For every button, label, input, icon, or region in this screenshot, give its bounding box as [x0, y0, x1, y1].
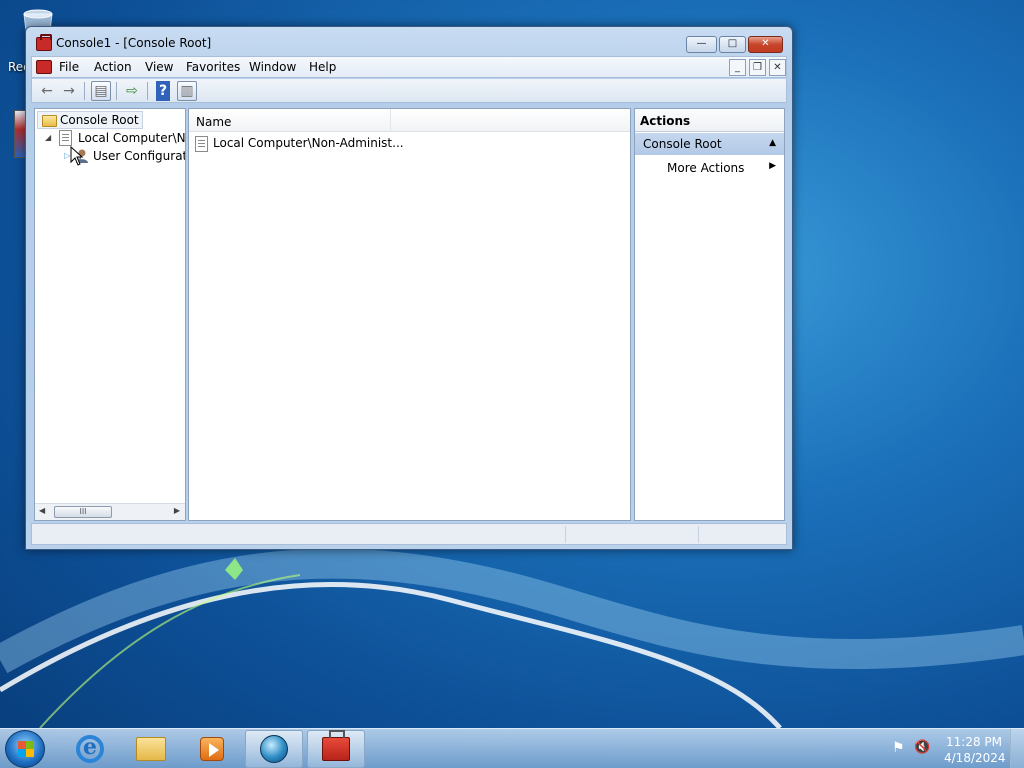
show-hide-actions-icon[interactable]: ▥: [177, 81, 197, 101]
globe-icon: [260, 735, 288, 763]
tree-item-console-root[interactable]: Console Root: [37, 111, 143, 129]
tree-item-label: Local Computer\Non-Administrators Policy: [78, 131, 185, 145]
tree-item-local-computer-policy[interactable]: Local Computer\Non-Administrators Policy: [59, 129, 185, 147]
list-item[interactable]: Local Computer\Non-Administ...: [195, 136, 404, 154]
scroll-right-icon[interactable]: ▶: [174, 506, 180, 515]
scroll-left-icon[interactable]: ◀: [39, 506, 45, 515]
clock[interactable]: 11:28 PM 4/18/2024: [944, 734, 1006, 766]
toolbar-separator: [84, 82, 85, 100]
windows-logo-icon: [18, 749, 34, 757]
policy-document-icon: [59, 130, 72, 146]
maximize-button[interactable]: □: [719, 36, 746, 53]
window-title: Console1 - [Console Root]: [56, 36, 212, 50]
show-desktop-button[interactable]: [1010, 729, 1024, 768]
console-tree: Console Root ◢ Local Computer\Non-Admini…: [34, 108, 186, 521]
menu-action[interactable]: Action: [94, 60, 132, 74]
action-center-flag-icon[interactable]: ⚑: [892, 740, 905, 756]
submenu-arrow-icon: ▶: [769, 161, 776, 171]
console-menu-icon[interactable]: [36, 60, 52, 74]
actions-title: Actions: [635, 109, 784, 132]
menu-file[interactable]: File: [59, 60, 79, 74]
explorer-taskbar-button[interactable]: [122, 730, 180, 768]
menu-view[interactable]: View: [145, 60, 173, 74]
collapse-up-icon[interactable]: ▲: [769, 138, 776, 148]
toolbar-separator: [147, 82, 148, 100]
forward-icon[interactable]: →: [59, 81, 79, 101]
status-separator: [698, 526, 699, 543]
actions-section-console-root[interactable]: Console Root ▲: [635, 133, 784, 155]
tree-horizontal-scrollbar[interactable]: ◀ III ▶: [35, 503, 185, 520]
minimize-button[interactable]: —: [686, 36, 717, 53]
list-item-label: Local Computer\Non-Administ...: [213, 136, 404, 150]
menu-bar: File Action View Favorites Window Help _…: [31, 56, 787, 78]
results-pane: Name Local Computer\Non-Administ...: [188, 108, 631, 521]
clock-time: 11:28 PM: [946, 735, 1002, 749]
mdi-minimize-button[interactable]: _: [729, 59, 746, 76]
mdi-close-button[interactable]: ✕: [769, 59, 786, 76]
column-header-row: Name: [189, 109, 630, 132]
help-icon[interactable]: ?: [156, 81, 170, 101]
actions-section-label: Console Root: [643, 137, 722, 151]
toolbox-icon: [36, 34, 52, 51]
menu-help[interactable]: Help: [309, 60, 336, 74]
internet-explorer-icon: [76, 734, 104, 763]
toolbar-separator: [116, 82, 117, 100]
tree-item-label: User Configuration: [93, 149, 185, 163]
toolbox-icon: [322, 730, 350, 761]
close-button[interactable]: ✕: [748, 36, 783, 53]
mouse-cursor-icon: [70, 146, 84, 166]
scroll-thumb[interactable]: III: [54, 506, 112, 518]
folder-icon: [136, 737, 166, 761]
column-header-name[interactable]: Name: [189, 109, 391, 132]
mdi-restore-button[interactable]: ❐: [749, 59, 766, 76]
mmc-taskbar-button[interactable]: [307, 730, 365, 768]
back-icon[interactable]: ←: [37, 81, 57, 101]
speaker-muted-icon[interactable]: 🔇: [914, 740, 930, 755]
status-bar: [31, 523, 787, 545]
tree-item-label: Console Root: [60, 113, 139, 127]
network-app-taskbar-button[interactable]: [245, 730, 303, 768]
clock-date: 4/18/2024: [944, 751, 1006, 765]
toolbar: ← → ▤ ⇨ ? ▥: [31, 79, 787, 103]
menu-favorites[interactable]: Favorites: [186, 60, 240, 74]
tree-item-user-configuration[interactable]: User Configuration: [73, 147, 185, 165]
media-player-icon: [200, 737, 224, 761]
media-player-taskbar-button[interactable]: [183, 730, 241, 768]
actions-pane: Actions Console Root ▲ More Actions ▶: [634, 108, 785, 521]
status-separator: [565, 526, 566, 543]
title-bar[interactable]: Console1 - [Console Root] — □ ✕: [26, 27, 792, 59]
menu-window[interactable]: Window: [249, 60, 296, 74]
more-actions-item[interactable]: More Actions: [667, 161, 744, 175]
collapse-arrow-icon[interactable]: ◢: [45, 133, 51, 142]
folder-icon: [42, 115, 57, 127]
show-hide-tree-icon[interactable]: ▤: [91, 81, 111, 101]
internet-explorer-taskbar-button[interactable]: [61, 730, 119, 768]
taskbar: [0, 728, 1024, 768]
export-list-icon[interactable]: ⇨: [122, 81, 142, 101]
start-button[interactable]: [5, 730, 45, 768]
mmc-window: Console1 - [Console Root] — □ ✕ File Act…: [25, 26, 793, 550]
policy-document-icon: [195, 136, 208, 152]
